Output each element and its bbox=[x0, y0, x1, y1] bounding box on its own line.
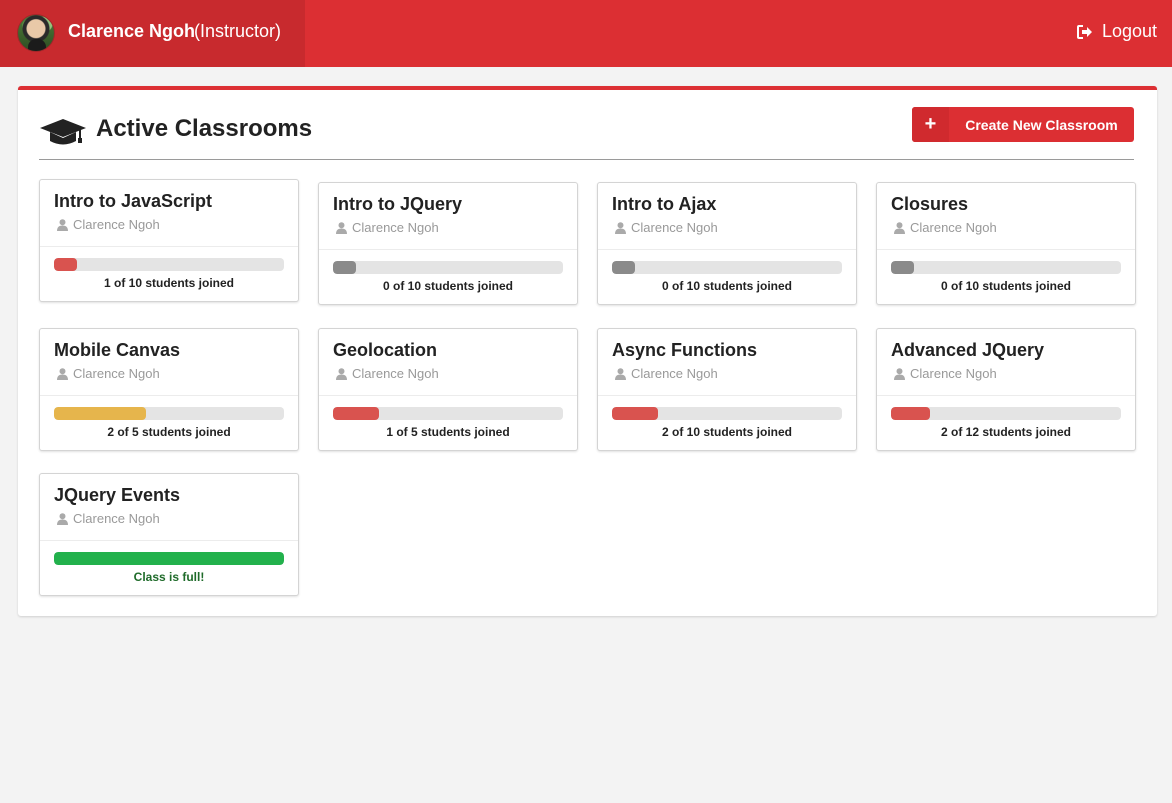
classroom-instructor: Clarence Ngoh bbox=[336, 220, 439, 235]
user-icon bbox=[894, 221, 905, 234]
classroom-instructor: Clarence Ngoh bbox=[615, 366, 718, 381]
enrollment-progress-bar bbox=[333, 261, 563, 274]
enrollment-status: 2 of 10 students joined bbox=[661, 425, 793, 439]
enrollment-progress-bar bbox=[54, 407, 284, 420]
logout-button[interactable]: Logout bbox=[1076, 21, 1157, 42]
classroom-title[interactable]: Intro to JavaScript bbox=[54, 191, 212, 212]
enrollment-progress-fill bbox=[891, 261, 914, 274]
logout-label: Logout bbox=[1101, 21, 1157, 41]
classroom-card[interactable]: Intro to JavaScript Clarence Ngoh 1 of 10 … bbox=[39, 179, 299, 302]
user-icon bbox=[894, 367, 905, 380]
enrollment-status: 2 of 5 students joined bbox=[107, 425, 231, 439]
instructor-name: Clarence Ngoh bbox=[73, 366, 160, 381]
enrollment-progress-fill bbox=[891, 407, 931, 420]
user-icon bbox=[615, 367, 626, 380]
enrollment-status: 0 of 10 students joined bbox=[940, 279, 1072, 293]
classroom-title[interactable]: JQuery Events bbox=[54, 485, 180, 506]
enrollment-progress-bar bbox=[54, 552, 284, 565]
classroom-instructor: Clarence Ngoh bbox=[894, 220, 997, 235]
enrollment-progress-bar bbox=[891, 407, 1121, 420]
classroom-instructor: Clarence Ngoh bbox=[615, 220, 718, 235]
classroom-title[interactable]: Advanced JQuery bbox=[891, 340, 1044, 361]
enrollment-status: 1 of 10 students joined bbox=[103, 276, 235, 290]
classroom-title[interactable]: Intro to Ajax bbox=[612, 194, 716, 215]
enrollment-progress-fill bbox=[333, 407, 379, 420]
instructor-name: Clarence Ngoh bbox=[352, 220, 439, 235]
classroom-card[interactable]: Closures Clarence Ngoh 0 of 10 students jo… bbox=[876, 182, 1136, 305]
card-divider bbox=[40, 246, 298, 247]
enrollment-progress-fill bbox=[333, 261, 356, 274]
instructor-name: Clarence Ngoh bbox=[910, 220, 997, 235]
classroom-card[interactable]: Intro to Ajax Clarence Ngoh 0 of 10 studen… bbox=[597, 182, 857, 305]
enrollment-progress-bar bbox=[891, 261, 1121, 274]
instructor-name: Clarence Ngoh bbox=[631, 366, 718, 381]
classroom-card[interactable]: Mobile Canvas Clarence Ngoh 2 of 5 student… bbox=[39, 328, 299, 451]
enrollment-progress-fill bbox=[612, 261, 635, 274]
card-divider bbox=[40, 540, 298, 541]
plus-icon: + bbox=[912, 107, 949, 142]
create-classroom-button[interactable]: + Create New Classroom bbox=[912, 107, 1134, 142]
user-icon bbox=[336, 367, 347, 380]
enrollment-progress-bar bbox=[54, 258, 284, 271]
classroom-title[interactable]: Closures bbox=[891, 194, 968, 215]
user-icon bbox=[615, 221, 626, 234]
instructor-name: Clarence Ngoh bbox=[352, 366, 439, 381]
top-bar: Clarence Ngoh (Instructor) Logout bbox=[0, 0, 1172, 67]
avatar[interactable] bbox=[17, 14, 55, 52]
enrollment-status: 0 of 10 students joined bbox=[661, 279, 793, 293]
card-divider bbox=[598, 395, 856, 396]
card-divider bbox=[598, 249, 856, 250]
classroom-instructor: Clarence Ngoh bbox=[57, 511, 160, 526]
classroom-card[interactable]: Geolocation Clarence Ngoh 1 of 5 students … bbox=[318, 328, 578, 451]
enrollment-progress-fill bbox=[612, 407, 658, 420]
card-divider bbox=[877, 249, 1135, 250]
classroom-instructor: Clarence Ngoh bbox=[57, 217, 160, 232]
classroom-card[interactable]: JQuery Events Clarence Ngoh Class is full! bbox=[39, 473, 299, 596]
card-divider bbox=[319, 249, 577, 250]
classroom-title[interactable]: Geolocation bbox=[333, 340, 437, 361]
user-role: (Instructor) bbox=[194, 21, 282, 41]
page-title: Active Classrooms bbox=[96, 115, 313, 142]
instructor-name: Clarence Ngoh bbox=[910, 366, 997, 381]
enrollment-status: Class is full! bbox=[133, 570, 205, 584]
classroom-instructor: Clarence Ngoh bbox=[336, 366, 439, 381]
instructor-name: Clarence Ngoh bbox=[73, 511, 160, 526]
logout-icon bbox=[1076, 24, 1093, 39]
classroom-instructor: Clarence Ngoh bbox=[894, 366, 997, 381]
enrollment-status: 2 of 12 students joined bbox=[940, 425, 1072, 439]
classroom-instructor: Clarence Ngoh bbox=[57, 366, 160, 381]
classroom-card[interactable]: Async Functions Clarence Ngoh 2 of 10 stud… bbox=[597, 328, 857, 451]
card-divider bbox=[40, 395, 298, 396]
user-icon bbox=[57, 367, 68, 380]
enrollment-status: 0 of 10 students joined bbox=[382, 279, 514, 293]
classroom-title[interactable]: Async Functions bbox=[612, 340, 757, 361]
user-icon bbox=[57, 512, 68, 525]
classroom-card[interactable]: Intro to JQuery Clarence Ngoh 0 of 10 stud… bbox=[318, 182, 578, 305]
enrollment-progress-fill bbox=[54, 552, 284, 565]
card-divider bbox=[877, 395, 1135, 396]
classroom-title[interactable]: Mobile Canvas bbox=[54, 340, 180, 361]
instructor-name: Clarence Ngoh bbox=[631, 220, 718, 235]
enrollment-progress-fill bbox=[54, 407, 146, 420]
classroom-title[interactable]: Intro to JQuery bbox=[333, 194, 462, 215]
card-divider bbox=[319, 395, 577, 396]
user-name: Clarence Ngoh bbox=[68, 21, 196, 41]
user-profile[interactable]: Clarence Ngoh (Instructor) bbox=[0, 0, 305, 67]
enrollment-progress-fill bbox=[54, 258, 77, 271]
instructor-name: Clarence Ngoh bbox=[73, 217, 160, 232]
classroom-card[interactable]: Advanced JQuery Clarence Ngoh 2 of 12 stud… bbox=[876, 328, 1136, 451]
enrollment-progress-bar bbox=[612, 407, 842, 420]
create-classroom-label: Create New Classroom bbox=[965, 116, 1118, 133]
graduation-cap-icon bbox=[39, 117, 87, 154]
user-icon bbox=[336, 221, 347, 234]
enrollment-progress-bar bbox=[612, 261, 842, 274]
enrollment-status: 1 of 5 students joined bbox=[386, 425, 510, 439]
enrollment-progress-bar bbox=[333, 407, 563, 420]
panel-header: Active Classrooms + Create New Classroom bbox=[39, 107, 1134, 160]
user-icon bbox=[57, 218, 68, 231]
